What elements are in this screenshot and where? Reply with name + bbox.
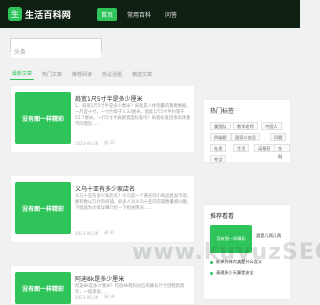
article-title[interactable]: 义乌十亚有多少家店名 [75, 184, 191, 193]
tab-topics[interactable]: 热议话题 [100, 69, 124, 80]
widget-title: 热门标签 [210, 108, 235, 115]
views-text: 阅 25 [104, 140, 115, 145]
tag[interactable]: 数学老师 [233, 122, 258, 130]
nav-qa[interactable]: 问答 [161, 8, 181, 21]
tag[interactable]: 考试 [210, 155, 227, 163]
tag[interactable]: 四级题 [210, 133, 231, 141]
tag[interactable]: 中国人 [261, 122, 282, 130]
site-logo[interactable]: 生 生活百科网 [8, 6, 78, 22]
views-text: 阅 18 [104, 294, 115, 299]
article-thumbnail[interactable]: 没有图一样精彩 [15, 182, 71, 234]
search-input[interactable] [11, 45, 101, 58]
article-meta: 2023-06-29 阅 31 [75, 230, 191, 236]
tab-recommended[interactable]: 推荐阅读 [70, 69, 94, 80]
nav-home[interactable]: 首页 [97, 7, 118, 21]
date-text: 2023-06-29 [75, 140, 99, 146]
tag[interactable]: 国家公务员 [231, 133, 260, 141]
tag[interactable]: 诺基亚 [254, 144, 275, 152]
article-meta: 2023-06-29 阅 25 [75, 140, 191, 146]
top-nav: 首页 常用百科 问答 [97, 5, 181, 23]
recommend-title[interactable]: 酒是几两几两 [256, 233, 290, 239]
tag[interactable]: 问题 [270, 133, 287, 141]
article-meta: 2023-06-29 阅 18 [75, 294, 191, 300]
brand-name: 生活百科网 [25, 10, 72, 21]
logo-icon: 生 [8, 7, 22, 21]
article-card[interactable]: 没有图一样精彩 肩宽1尺5寸半是多少厘米 1、肩宽1尺5寸半是多少厘米？肩宽是人… [10, 85, 195, 153]
date-text: 2023-06-29 [75, 294, 99, 300]
tab-hot[interactable]: 热门文章 [40, 69, 64, 80]
watermark: www.kuyuzSEO [132, 240, 320, 265]
search-box [10, 38, 102, 58]
tag[interactable]: 社保 [210, 144, 227, 152]
article-excerpt: 义乌十亚有多少家店名？义乌是一个著名的小商品批发市场，拥有数以万计的商铺。很多人… [75, 194, 192, 211]
nav-common-encyclopedia[interactable]: 常用百科 [123, 8, 155, 21]
tag[interactable]: 美国队 [210, 122, 231, 130]
tag[interactable]: 金融 [274, 144, 290, 159]
hot-tags-widget: 热门标签 美国队 数学老师 中国人 四级题 国家公务员 问题 社保 生活 诺基亚… [203, 99, 291, 163]
date-text: 2023-06-29 [75, 230, 99, 236]
article-card[interactable]: 没有图一样精彩 义乌十亚有多少家店名 义乌十亚有多少家店名？义乌是一个著名的小商… [10, 175, 195, 243]
site-header: 生 生活百科网 首页 常用百科 问答 [0, 0, 300, 28]
article-thumbnail[interactable]: 没有图一样精彩 [15, 272, 71, 304]
article-excerpt: 1、肩宽1尺5寸半是多少厘米？肩宽是人体测量的重要数据，一尺是十寸，一寸约等于3… [75, 104, 191, 127]
views-text: 阅 31 [104, 230, 115, 235]
tab-latest[interactable]: 最新文章 [10, 68, 35, 80]
tab-featured[interactable]: 精选文章 [130, 69, 154, 80]
widget-title: 推荐看看 [210, 213, 235, 220]
article-title[interactable]: 肩宽1尺5寸半是多少厘米 [75, 94, 191, 103]
article-tabs: 最新文章 热门文章 推荐阅读 热议话题 精选文章 [10, 68, 195, 80]
tag[interactable]: 生活 [233, 144, 250, 152]
article-thumbnail[interactable]: 没有图一样精彩 [15, 92, 71, 144]
